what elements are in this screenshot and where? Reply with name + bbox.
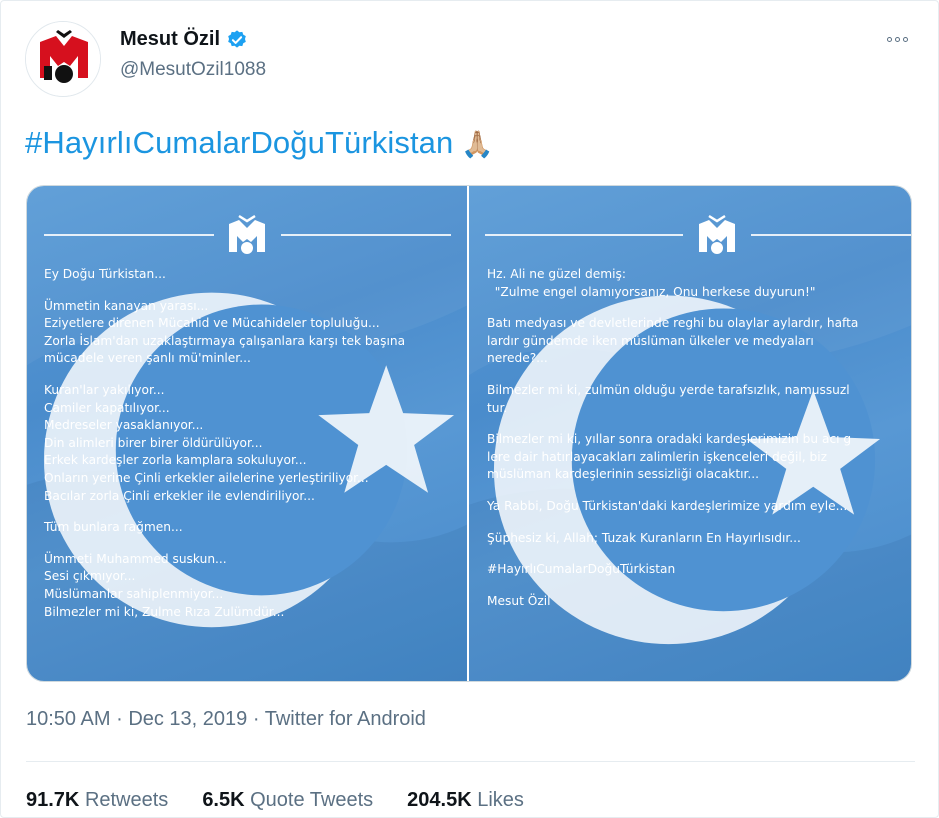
- image-text-line: Tüm bunlara rağmen...: [44, 520, 183, 535]
- meta-separator: ·: [252, 708, 260, 730]
- image-text-line: Ey Doğu Türkistan...: [44, 267, 166, 281]
- hashtag-link[interactable]: #HayırlıCumalarDoğuTürkistan: [25, 125, 453, 160]
- image-text-line: [44, 537, 405, 551]
- m10-logo-icon: [26, 22, 100, 96]
- media-image-right[interactable]: Hz. Ali ne güzel demiş: "Zulme engel ola…: [469, 186, 911, 681]
- image-text-line: Bilmezler mi ki, zulmün olduğu yerde tar…: [487, 382, 850, 397]
- image-text-line: #HayırlıCumalarDoğuTürkistan: [487, 562, 676, 577]
- likes-stat[interactable]: 204.5K Likes: [407, 789, 524, 812]
- image-text-line: Erkek kardeşler zorla kamplara sokuluyor…: [44, 453, 307, 468]
- divider-line: [44, 234, 214, 236]
- image-text-line: Bacılar zorla Çinli erkekler ile evlendi…: [44, 488, 315, 503]
- image-text-line: Onların yerine Çinli erkekler ailelerine…: [44, 470, 369, 485]
- quote-tweets-count: 6.5K: [202, 789, 245, 811]
- image-text-line: lere dair hatırlayacakları zalimlerin iş…: [487, 449, 828, 464]
- m10-logo-icon: [699, 214, 735, 254]
- avatar[interactable]: [25, 21, 101, 97]
- folded-hands-emoji: 🙏🏼: [461, 129, 494, 159]
- image-text-line: Mesut Özil: [487, 593, 551, 608]
- image-text-line: [487, 547, 858, 561]
- user-handle[interactable]: @MesutOzil1088: [120, 59, 266, 81]
- image-text-line: [487, 484, 858, 498]
- likes-count: 204.5K: [407, 789, 472, 811]
- retweets-count: 91.7K: [26, 789, 80, 811]
- display-name[interactable]: Mesut Özil: [120, 28, 220, 51]
- image-text-right: Hz. Ali ne güzel demiş: "Zulme engel ola…: [487, 266, 858, 610]
- image-text-line: Bilmezler mi ki, yıllar sonra oradaki ka…: [487, 432, 852, 447]
- image-text-line: [487, 417, 858, 431]
- m10-logo-icon: [229, 214, 265, 254]
- tweet-date[interactable]: Dec 13, 2019: [128, 708, 247, 730]
- image-text-line: "Zulme engel olamıyorsanız, Onu herkese …: [487, 284, 816, 299]
- divider-line: [281, 234, 451, 236]
- image-text-line: Ümmeti Muhammed suskun...: [44, 551, 227, 566]
- image-text-line: Zorla İslam'dan uzaklaştırmaya çalışanla…: [44, 333, 406, 348]
- image-text-line: lardır gündemde iken müslüman ülkeler ve…: [487, 333, 814, 348]
- author-name-row: Mesut Özil: [120, 28, 248, 51]
- verified-badge-icon: [226, 29, 248, 51]
- image-text-line: [44, 505, 405, 519]
- image-text-line: Hz. Ali ne güzel demiş:: [487, 267, 626, 281]
- divider-line: [485, 234, 683, 236]
- retweets-stat[interactable]: 91.7K Retweets: [26, 789, 168, 812]
- image-text-left: Ey Doğu Türkistan... Ümmetin kanayan yara…: [44, 266, 405, 621]
- image-text-line: Sesi çıkmıyor...: [44, 569, 136, 584]
- image-text-line: [487, 368, 858, 382]
- media-image-left[interactable]: Ey Doğu Türkistan... Ümmetin kanayan yara…: [27, 186, 467, 681]
- image-text-line: Şüphesiz ki, Allah; Tuzak Kuranların En …: [487, 530, 801, 545]
- image-text-line: Medreseler yasaklanıyor...: [44, 418, 204, 433]
- divider: [26, 761, 915, 762]
- engagement-stats: 91.7K Retweets 6.5K Quote Tweets 204.5K …: [26, 789, 524, 812]
- image-text-line: müslüman kardeşlerinin sessizliği olacak…: [487, 467, 759, 482]
- likes-label: Likes: [477, 789, 524, 811]
- image-text-line: [487, 516, 858, 530]
- image-text-line: [44, 284, 405, 298]
- image-text-line: nerede?...: [487, 351, 548, 366]
- image-text-line: Ya Rabbi, Doğu Türkistan'daki kardeşleri…: [487, 498, 848, 513]
- image-text-line: [487, 579, 858, 593]
- meta-separator: ·: [116, 708, 123, 730]
- more-options-icon[interactable]: [887, 37, 908, 42]
- image-text-line: Eziyetlere direnen Mücahid ve Mücahidele…: [44, 316, 380, 331]
- image-text-line: tur.: [487, 400, 508, 415]
- retweets-label: Retweets: [84, 789, 169, 811]
- image-text-line: [487, 301, 858, 315]
- tweet-time[interactable]: 10:50 AM: [26, 708, 111, 730]
- divider-line: [751, 234, 911, 236]
- image-text-line: Din alimleri birer birer öldürülüyor...: [44, 435, 263, 450]
- image-text-line: Müslümanlar sahiplenmiyor...: [44, 586, 224, 601]
- image-text-line: mücadele veren şanlı mü'minler...: [44, 351, 251, 366]
- quote-tweets-stat[interactable]: 6.5K Quote Tweets: [202, 789, 373, 812]
- image-text-line: Camiler kapatılıyor...: [44, 400, 170, 415]
- tweet-media[interactable]: Ey Doğu Türkistan... Ümmetin kanayan yara…: [26, 185, 912, 682]
- image-text-line: Batı medyası ve devletlerinde reghi bu o…: [487, 316, 859, 331]
- image-text-line: [44, 368, 405, 382]
- quote-tweets-label: Quote Tweets: [250, 789, 374, 811]
- tweet-meta: 10:50 AM · Dec 13, 2019 · Twitter for An…: [26, 708, 426, 731]
- image-text-line: Kuran'lar yakılıyor...: [44, 382, 165, 397]
- image-text-line: Ümmetin kanayan yarası...: [44, 298, 209, 313]
- image-text-line: Bilmezler mi ki, Zulme Rıza Zulümdür...: [44, 604, 285, 619]
- tweet-card: Mesut Özil @MesutOzil1088 #HayırlıCumala…: [0, 0, 939, 818]
- tweet-text: #HayırlıCumalarDoğuTürkistan 🙏🏼: [25, 125, 494, 161]
- tweet-source[interactable]: Twitter for Android: [265, 708, 426, 730]
